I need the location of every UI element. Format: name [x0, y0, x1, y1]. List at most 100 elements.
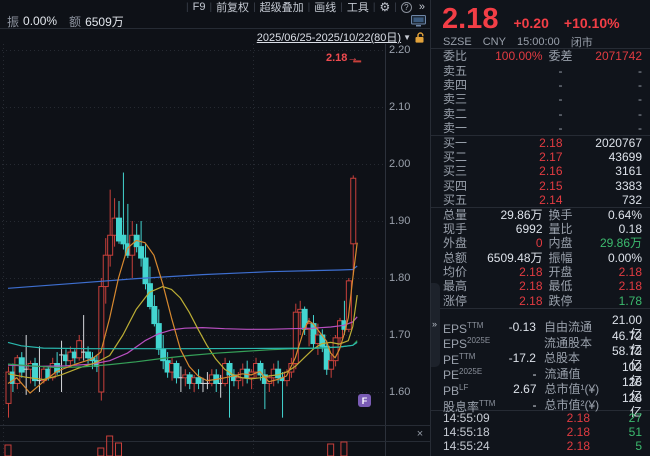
metric-label: 总市值¹(¥) — [537, 382, 613, 396]
candle — [152, 307, 157, 324]
sell-vol: - — [563, 78, 643, 92]
metric-sup: 2025E — [459, 367, 482, 376]
stats-row: 外盘0内盘29.86万 — [431, 236, 650, 250]
stat-label: 现手 — [443, 222, 479, 236]
candle — [121, 235, 126, 244]
candlestick-chart[interactable] — [0, 0, 430, 456]
stat-label: 跌停 — [543, 294, 579, 308]
ma-blue — [8, 266, 357, 288]
sell-level-row[interactable]: 卖五-- — [431, 63, 650, 77]
stat-value: 29.86万 — [479, 208, 543, 222]
chevron-right-icon: » — [432, 319, 437, 329]
stat-value: 1.78 — [579, 294, 643, 308]
tick-price: 2.18 — [517, 425, 590, 439]
buy-level-row[interactable]: 买三2.163161 — [431, 164, 650, 178]
stat-value: 6509.48万 — [479, 251, 543, 265]
stats-row: 最高2.18最低2.18 — [431, 279, 650, 293]
stat-label: 均价 — [443, 265, 479, 279]
sell-label: 卖三 — [443, 92, 483, 106]
panel-collapse-handle[interactable]: » — [431, 283, 440, 367]
quote-panel: » 2.18 +0.20 +10.10% SZSE CNY 15:00:00 闭… — [430, 0, 650, 456]
chevron-down-icon[interactable]: ▼ — [403, 33, 411, 42]
buy-price: 2.14 — [483, 193, 563, 207]
y-axis-label: 1.90 — [389, 215, 427, 227]
volume-bar — [341, 442, 347, 456]
sell-level-row[interactable]: 卖二-- — [431, 107, 650, 121]
price-change-pct: +10.10% — [564, 15, 620, 31]
y-axis-label: 2.10 — [389, 101, 427, 113]
f-event-badge[interactable]: F — [358, 394, 371, 407]
chart-pane: | F9 | 前复权 | 超级叠加 | 画线 | 工具 | ⚙ | ? » 振 … — [0, 0, 430, 456]
lock-open-icon[interactable] — [414, 31, 426, 44]
stats-row: 涨停2.18跌停1.78 — [431, 294, 650, 308]
stat-label: 内盘 — [543, 236, 579, 250]
tick-volume: 51 — [590, 425, 642, 439]
stat-label: 量比 — [543, 222, 579, 236]
more-chevron-icon[interactable]: » — [419, 1, 425, 13]
stats-row: 总额6509.48万振幅0.00% — [431, 250, 650, 264]
stat-label: 换手 — [543, 208, 579, 222]
volume-bar — [116, 443, 122, 456]
metric-label: 流通股本 — [536, 336, 612, 350]
buy-label: 买四 — [443, 179, 483, 193]
price-header: 2.18 +0.20 +10.10% — [431, 0, 650, 36]
sell-price: - — [483, 92, 563, 106]
stat-value: 0 — [479, 236, 543, 250]
tick-time: 14:55:09 — [443, 411, 517, 425]
stat-label: 开盘 — [543, 265, 579, 279]
sell-level-row[interactable]: 卖四-- — [431, 78, 650, 92]
metric-value: 2.67 — [507, 382, 537, 396]
buy-level-row[interactable]: 买五2.14732 — [431, 193, 650, 207]
menu-separator: | — [209, 2, 212, 13]
date-range-row: 2025/06/25-2025/10/22(80日) ▼ — [0, 30, 430, 44]
menu-item-forward-adjust[interactable]: 前复权 — [216, 0, 249, 15]
buy-price: 2.16 — [483, 164, 563, 178]
sell-level-row[interactable]: 卖一-- — [431, 121, 650, 135]
last-price: 2.18 — [442, 4, 498, 34]
stat-label: 总额 — [443, 251, 479, 265]
stat-label: 最高 — [443, 279, 479, 293]
buy-label: 买三 — [443, 164, 483, 178]
close-icon[interactable]: × — [412, 427, 428, 440]
tick-volume: 5 — [590, 439, 642, 453]
buy-level-row[interactable]: 买四2.153383 — [431, 179, 650, 193]
stat-value: 0.64% — [579, 208, 643, 222]
metric-value: -17.2 — [507, 351, 536, 365]
sell-price: - — [483, 121, 563, 135]
buy-level-row[interactable]: 买二2.1743699 — [431, 150, 650, 164]
buy-label: 买一 — [443, 136, 483, 150]
gear-icon[interactable]: ⚙ — [380, 0, 391, 14]
candle — [196, 378, 201, 384]
last-price-label: 2.18 — [326, 52, 347, 64]
stat-value: 0.00% — [579, 251, 643, 265]
monitor-icon[interactable] — [411, 15, 426, 27]
volume-bar — [328, 444, 334, 456]
tick-time: 14:55:18 — [443, 425, 517, 439]
y-axis-label: 1.70 — [389, 329, 427, 341]
tick-list[interactable]: 14:55:092.1827 14:55:182.1851 14:55:242.… — [431, 410, 650, 453]
stat-label: 振幅 — [543, 251, 579, 265]
metric-label: 流通值 — [537, 367, 613, 381]
menu-item-super-overlay[interactable]: 超级叠加 — [260, 0, 304, 15]
stat-label: 最低 — [543, 279, 579, 293]
menu-item-tools[interactable]: 工具 — [347, 0, 369, 15]
date-range-selector[interactable]: 2025/06/25-2025/10/22(80日) — [257, 29, 401, 45]
tick-row: 14:55:182.1851 — [431, 425, 650, 439]
y-axis-label: 1.80 — [389, 272, 427, 284]
stats-row: 均价2.18开盘2.18 — [431, 265, 650, 279]
buy-level-row[interactable]: 买一2.182020767 — [431, 135, 650, 149]
menu-separator: | — [394, 2, 397, 13]
menu-item-draw-line[interactable]: 画线 — [314, 0, 336, 15]
menu-item-f9[interactable]: F9 — [193, 1, 206, 13]
candle — [258, 364, 263, 375]
arrow-right-icon: → — [347, 52, 358, 64]
sell-level-row[interactable]: 卖三-- — [431, 92, 650, 106]
help-icon[interactable]: ? — [401, 2, 412, 13]
tick-volume: 27 — [590, 411, 642, 425]
y-axis-label: 1.60 — [389, 386, 427, 398]
buy-vol: 43699 — [563, 150, 643, 164]
metric-value: -0.13 — [507, 320, 536, 334]
stat-value: 0.18 — [579, 222, 643, 236]
valuation-section: EPSTTM-0.13自由流通21.00亿 EPS2025E流通股本46.72亿… — [431, 308, 650, 407]
sell-vol: - — [563, 107, 643, 121]
